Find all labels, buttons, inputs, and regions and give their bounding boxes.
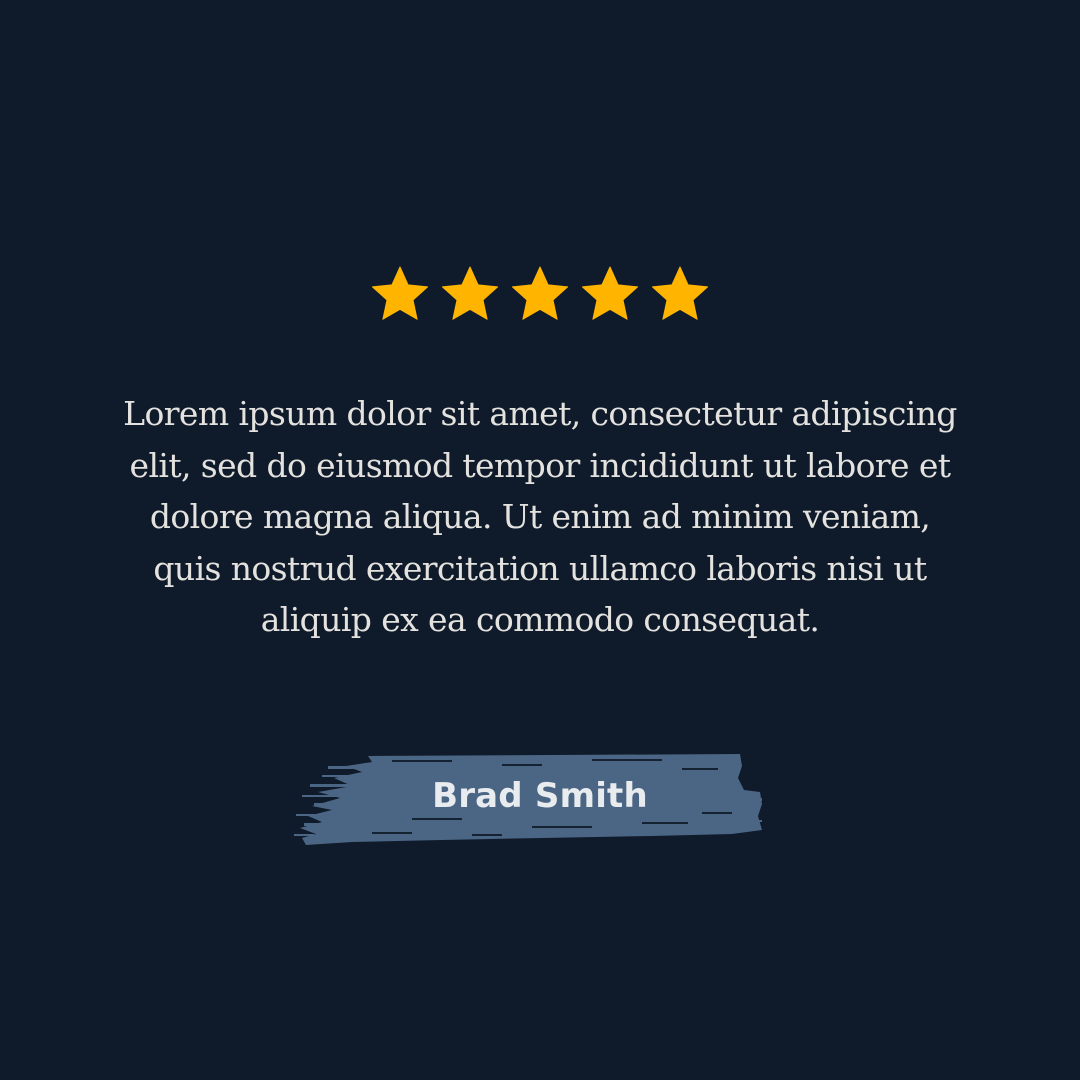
star-icon xyxy=(369,264,431,326)
star-icon xyxy=(649,264,711,326)
testimonial-card: Lorem ipsum dolor sit amet, consectetur … xyxy=(0,0,1080,1080)
star-icon xyxy=(439,264,501,326)
star-rating xyxy=(0,264,1080,326)
star-icon xyxy=(579,264,641,326)
star-icon xyxy=(509,264,571,326)
author-name: Brad Smith xyxy=(432,776,648,816)
testimonial-quote: Lorem ipsum dolor sit amet, consectetur … xyxy=(123,394,957,639)
author-badge: Brad Smith xyxy=(292,748,766,848)
